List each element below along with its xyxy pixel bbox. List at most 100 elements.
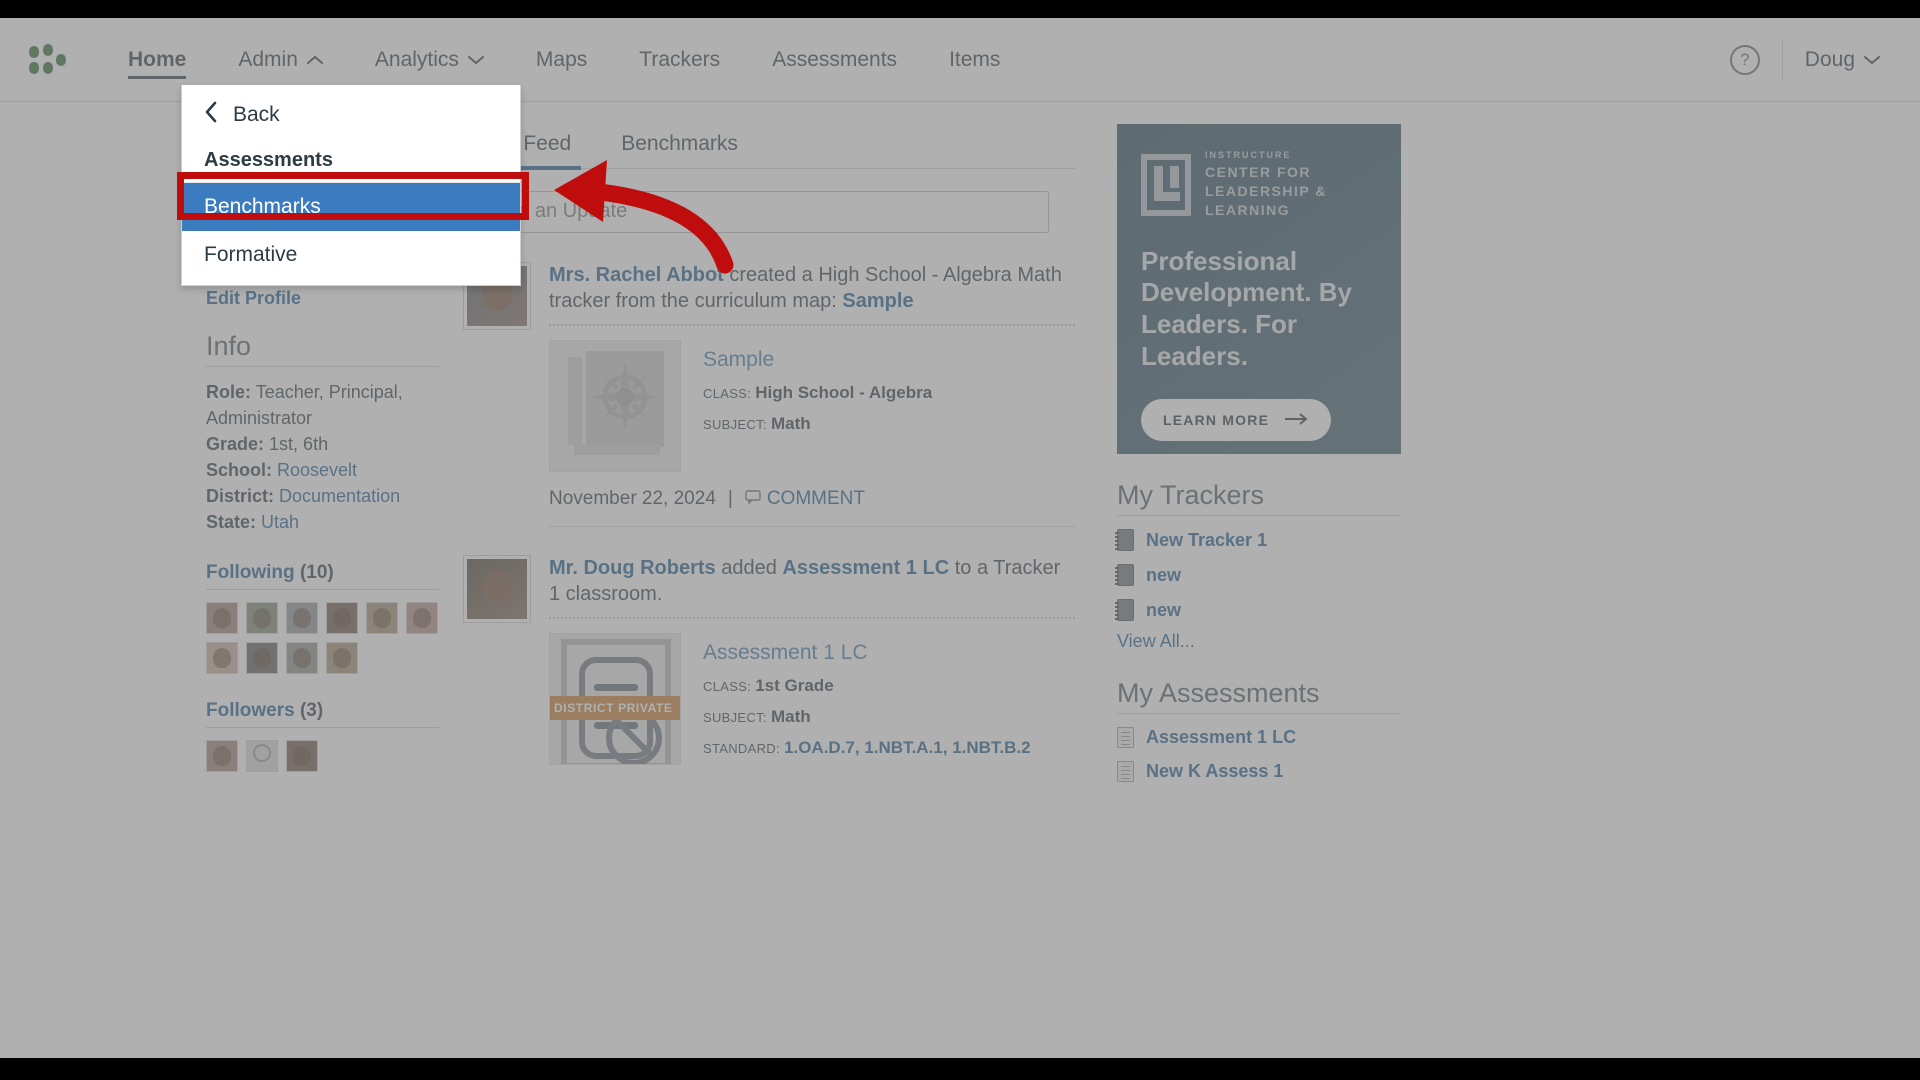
notebook-icon [1115, 529, 1134, 551]
assessment-label: Assessment 1 LC [1146, 727, 1297, 747]
meta-row-standard: STANDARD: 1.OA.D.7, 1.NBT.A.1, 1.NBT.B.2 [703, 738, 1031, 758]
tab-benchmarks[interactable]: Benchmarks [619, 124, 740, 168]
tracker-item[interactable]: New Tracker 1 [1115, 529, 1457, 551]
assessment-item[interactable]: Assessment 1 LC [1117, 727, 1457, 748]
post-body: Mr. Doug Roberts added Assessment 1 LC t… [549, 555, 1075, 765]
avatar[interactable] [326, 641, 358, 674]
instructure-mastery-logo-icon[interactable] [26, 40, 78, 80]
edit-profile-link[interactable]: Edit Profile [206, 288, 301, 309]
meta-row-subject: SUBJECT: Math [703, 414, 932, 434]
share-update-input[interactable] [463, 191, 1049, 233]
followers-link[interactable]: Followers [206, 700, 295, 721]
divider [549, 324, 1075, 326]
card-meta: Assessment 1 LC CLASS: 1st Grade SUBJECT… [703, 633, 1031, 765]
comment-bubble-icon [745, 488, 761, 510]
avatar-placeholder-icon[interactable] [246, 739, 278, 772]
avatar[interactable] [463, 555, 531, 623]
notebook-icon [1115, 564, 1134, 586]
nav-right-group: ? Doug [1729, 40, 1894, 79]
followers-count: (3) [299, 699, 324, 721]
tracker-item[interactable]: new [1115, 599, 1457, 621]
avatar[interactable] [206, 641, 238, 674]
assessment-item[interactable]: New K Assess 1 [1117, 761, 1457, 782]
nav-label: Items [949, 47, 1001, 71]
compass-icon[interactable] [549, 340, 681, 472]
avatar[interactable] [406, 601, 438, 634]
meta-key: SUBJECT: [703, 417, 767, 432]
post-author-link[interactable]: Mr. Doug Roberts [549, 557, 716, 579]
post-body: Mrs. Rachel Abbot created a High School … [549, 262, 1075, 527]
meta-row-class: CLASS: 1st Grade [703, 676, 1031, 696]
nav-label: Home [128, 47, 187, 71]
document-icon [1117, 727, 1134, 748]
info-list: Role: Teacher, Principal, Administrator … [206, 379, 455, 536]
chevron-left-icon [204, 101, 233, 129]
my-assessments-title: My Assessments [1117, 678, 1401, 714]
feed-tabs: News Feed Benchmarks [454, 124, 1075, 170]
info-row-district: District: Documentation [206, 483, 455, 509]
meta-row-subject: SUBJECT: Math [703, 707, 1031, 727]
avatar[interactable] [366, 601, 398, 634]
dropdown-item-label: Formative [204, 243, 298, 266]
card-title-link[interactable]: Assessment 1 LC [703, 641, 1031, 665]
avatar[interactable] [326, 601, 358, 634]
followers-avatars [206, 739, 439, 772]
tracker-item[interactable]: new [1115, 564, 1457, 586]
meta-key: CLASS: [703, 679, 752, 694]
card-title-link[interactable]: Sample [703, 348, 932, 372]
info-key: District: [206, 486, 275, 507]
avatar[interactable] [206, 739, 238, 772]
info-section-title: Info [206, 331, 439, 367]
avatar[interactable] [286, 641, 318, 674]
dropdown-item-formative[interactable]: Formative [182, 231, 520, 279]
info-key: Role: [206, 382, 251, 402]
post-footer: November 22, 2024 | COMMENT [549, 488, 1075, 527]
meta-row-class: CLASS: High School - Algebra [703, 383, 932, 403]
meta-key: STANDARD: [703, 741, 780, 756]
info-value: 1st, 6th [269, 434, 329, 455]
school-link[interactable]: Roosevelt [277, 460, 357, 480]
nav-divider [1781, 40, 1783, 79]
chevron-down-icon [1864, 55, 1880, 65]
post-resource-link[interactable]: Sample [842, 290, 913, 312]
district-link[interactable]: Documentation [279, 486, 400, 506]
avatar[interactable] [246, 641, 278, 674]
dropdown-back-button[interactable]: Back [182, 85, 520, 143]
promo-banner[interactable]: INSTRUCTURE CENTER FOR LEADERSHIP & LEAR… [1117, 124, 1401, 454]
info-row-role: Role: Teacher, Principal, Administrator [206, 379, 455, 431]
dropdown-back-label: Back [233, 103, 280, 126]
nav-item-assessments[interactable]: Assessments [746, 18, 923, 101]
post-text-middle: added [715, 557, 783, 579]
state-link[interactable]: Utah [261, 512, 299, 532]
post-author-link[interactable]: Mrs. Rachel Abbot [549, 264, 724, 286]
nav-item-trackers[interactable]: Trackers [613, 18, 746, 101]
user-menu-button[interactable]: Doug [1805, 48, 1880, 72]
avatar[interactable] [206, 601, 238, 634]
post-card: DISTRICT PRIVATE Assessment 1 LC CLASS: … [549, 633, 1075, 765]
tab-label: Benchmarks [621, 132, 738, 155]
meta-value: Math [770, 707, 811, 726]
nav-item-maps[interactable]: Maps [510, 18, 613, 101]
view-all-trackers-link[interactable]: View All... [1117, 631, 1195, 652]
following-link[interactable]: Following [206, 562, 295, 583]
comment-button[interactable]: COMMENT [745, 488, 865, 510]
nav-label: Trackers [639, 47, 721, 71]
question-mark-icon[interactable]: ? [1729, 44, 1760, 75]
avatar[interactable] [246, 601, 278, 634]
document-icon [1117, 761, 1134, 782]
annotation-highlight-box [177, 172, 529, 220]
assessment-blocked-icon[interactable]: DISTRICT PRIVATE [549, 633, 681, 765]
promo-brand-text: INSTRUCTURE CENTER FOR LEADERSHIP & LEAR… [1205, 150, 1377, 220]
followers-header: Followers (3) [206, 700, 439, 728]
nav-item-items[interactable]: Items [923, 18, 1026, 101]
notebook-icon [1115, 599, 1134, 621]
post-text: Mrs. Rachel Abbot created a High School … [549, 262, 1075, 314]
standard-links[interactable]: 1.OA.D.7, 1.NBT.A.1, 1.NBT.B.2 [784, 738, 1031, 757]
avatar[interactable] [286, 739, 318, 772]
post-resource-link[interactable]: Assessment 1 LC [782, 557, 949, 579]
comment-label: COMMENT [766, 488, 865, 509]
learn-more-button[interactable]: LEARN MORE [1141, 398, 1332, 441]
info-key: Grade: [206, 434, 265, 455]
nav-label: Analytics [374, 47, 459, 71]
avatar[interactable] [286, 601, 318, 634]
